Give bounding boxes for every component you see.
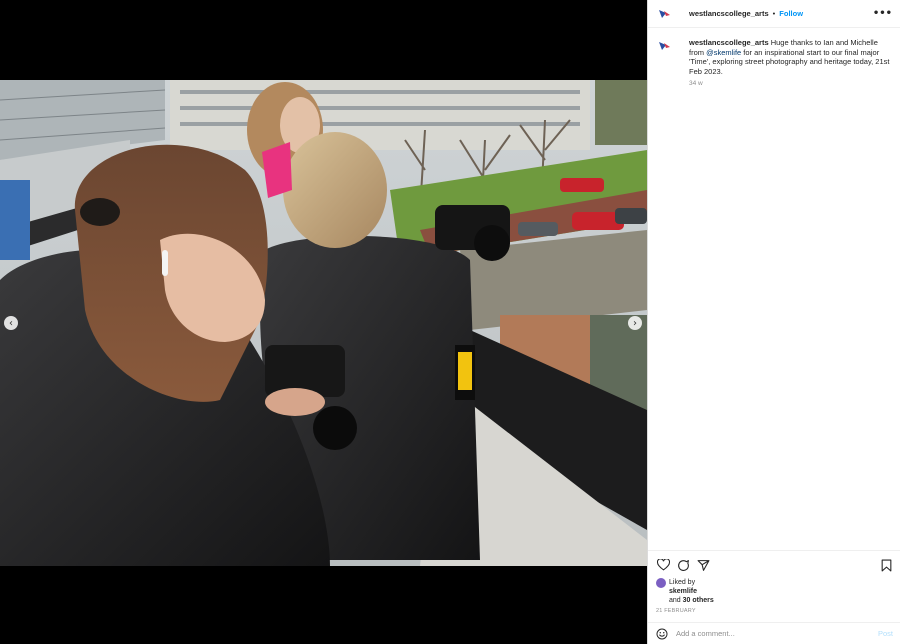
media-area: ‹ › (0, 0, 647, 644)
caption-timestamp[interactable]: 34 w (689, 80, 892, 87)
comment-input[interactable] (676, 629, 866, 638)
previous-photo-button[interactable]: ‹ (4, 316, 18, 330)
caption-avatar[interactable] (656, 38, 672, 54)
next-photo-button[interactable]: › (628, 316, 642, 330)
chevron-left-icon: ‹ (9, 317, 13, 329)
caption-username[interactable]: westlancscollege_arts (689, 38, 769, 47)
caption: westlancscollege_arts Huge thanks to Ian… (648, 28, 900, 87)
post-header: westlancscollege_arts • Follow ••• (648, 0, 900, 28)
header-username[interactable]: westlancscollege_arts (689, 9, 769, 18)
caption-mention-link[interactable]: @skemlife (706, 48, 741, 57)
bookmark-icon[interactable] (879, 558, 893, 572)
brand-logo-icon (659, 42, 670, 50)
caption-body: westlancscollege_arts Huge thanks to Ian… (689, 38, 892, 87)
post-comment-button[interactable]: Post (878, 629, 893, 638)
chevron-right-icon: › (633, 317, 637, 329)
post-side-panel: westlancscollege_arts • Follow ••• westl… (647, 0, 900, 644)
comment-icon[interactable] (676, 558, 690, 572)
caption-text: westlancscollege_arts Huge thanks to Ian… (689, 38, 892, 76)
photo-illustration (0, 80, 647, 566)
post-actions: Liked by skemlife and 30 others 21 FEBRU… (648, 550, 900, 614)
liker-avatar[interactable] (656, 578, 666, 588)
comment-bar: Post (648, 622, 900, 644)
heart-icon[interactable] (656, 558, 670, 572)
liked-by-label: Liked by (669, 579, 696, 586)
header-separator: • (772, 9, 776, 18)
instagram-post-view: ‹ › westlancscollege_arts • Follow ••• w… (0, 0, 900, 644)
more-horizontal-icon[interactable]: ••• (873, 8, 892, 19)
emoji-icon[interactable] (656, 628, 668, 640)
action-buttons (656, 557, 893, 573)
share-icon[interactable] (696, 558, 710, 572)
brand-logo-icon (659, 9, 670, 18)
likes-and-label: and (669, 597, 681, 604)
likes-others-link[interactable]: 30 others (683, 597, 714, 604)
account-avatar[interactable] (656, 5, 672, 22)
post-photo[interactable] (0, 80, 647, 566)
post-date: 21 FEBRUARY (656, 608, 696, 614)
liker-username[interactable]: skemlife (669, 588, 697, 595)
likes-summary: Liked by skemlife and 30 others (656, 578, 893, 605)
likes-text: Liked by skemlife and 30 others (669, 578, 714, 605)
follow-button[interactable]: Follow (779, 9, 803, 18)
